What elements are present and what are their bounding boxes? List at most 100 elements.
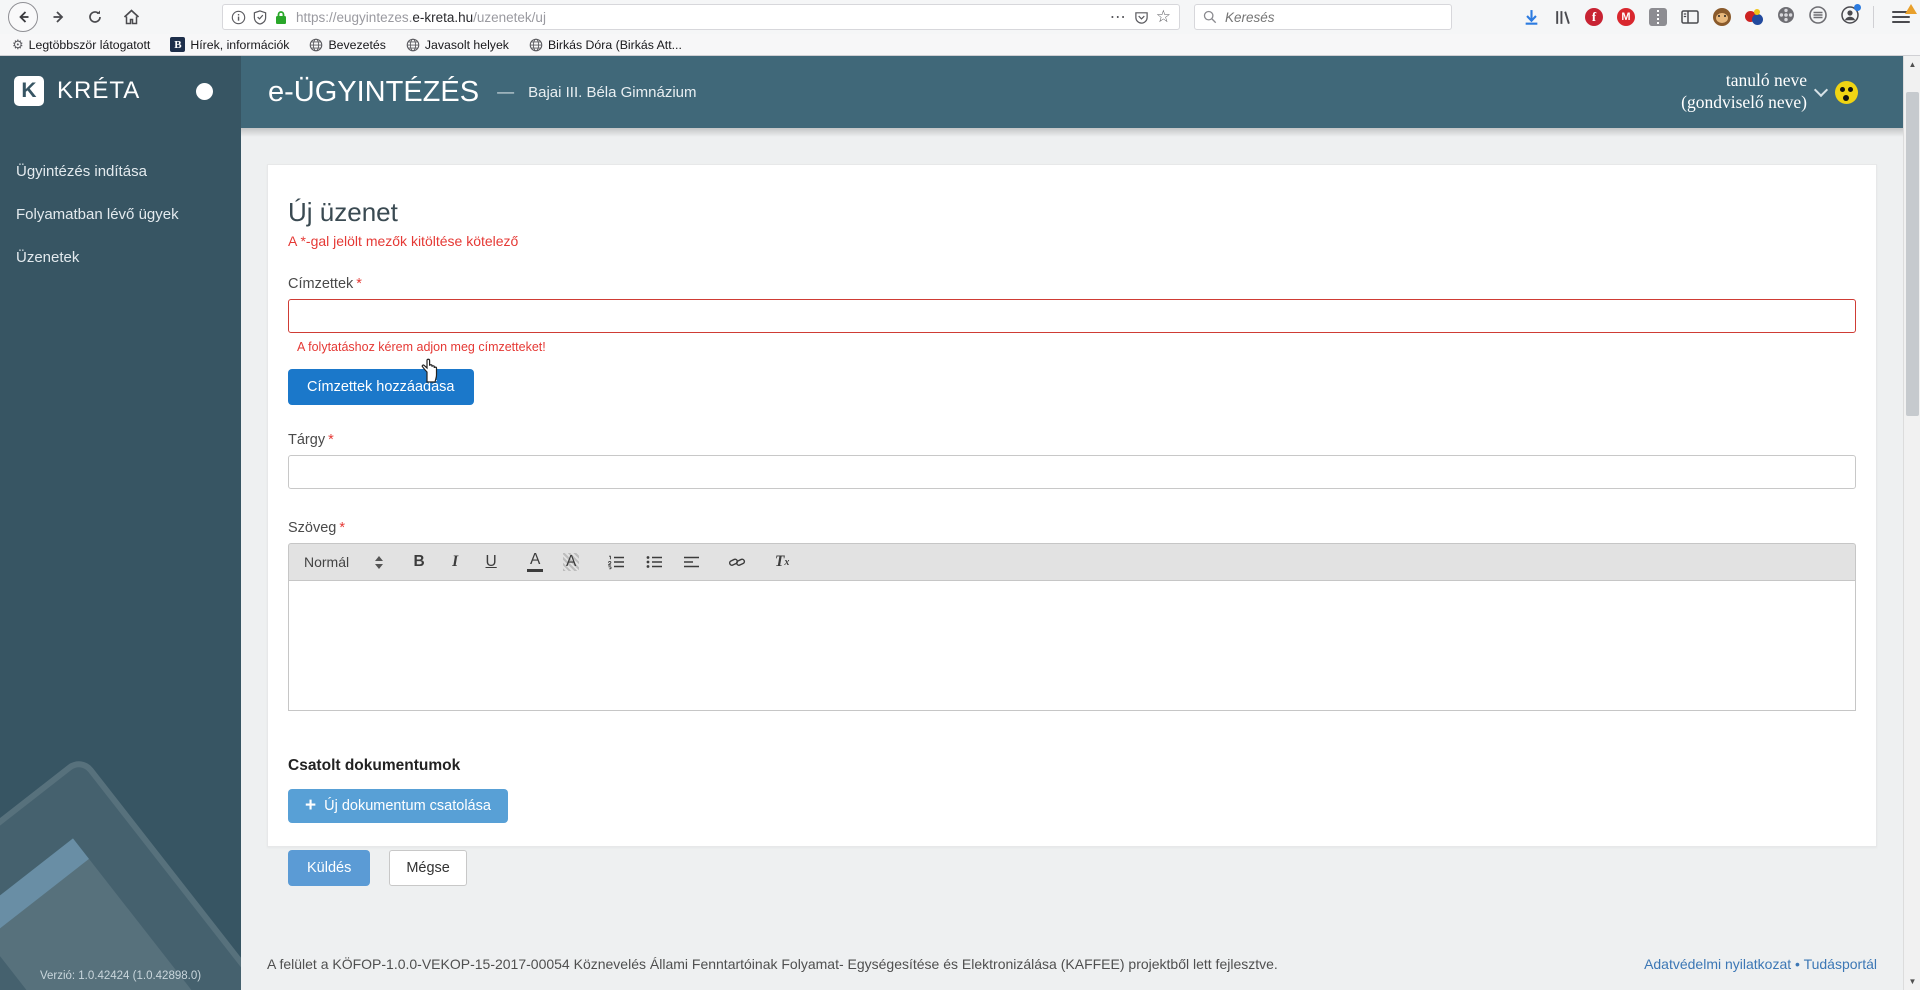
- page-info-icon[interactable]: [231, 10, 246, 25]
- zip-extension-icon[interactable]: [1649, 8, 1667, 26]
- page-actions-icon[interactable]: ⋯: [1110, 7, 1127, 27]
- ordered-list-button[interactable]: [607, 554, 625, 570]
- tracking-shield-icon[interactable]: [253, 9, 267, 25]
- body-label: Szöveg *: [288, 520, 346, 536]
- bookmark-item[interactable]: Javasolt helyek: [406, 38, 509, 52]
- highlight-color-button[interactable]: A: [563, 553, 580, 571]
- clear-formatting-button[interactable]: Tx: [774, 553, 790, 571]
- browser-chrome: https://eugyintezes.e-kreta.hu/uzenetek/…: [0, 0, 1920, 56]
- privacy-link[interactable]: Adatvédelmi nyilatkozat: [1644, 956, 1791, 972]
- version-text: Verzió: 1.0.42424 (1.0.42898.0): [39, 970, 202, 982]
- status-dot-icon: [196, 82, 213, 100]
- bookmark-star-icon[interactable]: ☆: [1156, 7, 1171, 27]
- user-menu[interactable]: tanuló neve (gondviselő neve): [1681, 56, 1858, 128]
- gear-icon: ⚙: [12, 36, 24, 52]
- new-message-card: Új üzenet A *-gal jelölt mezők kitöltése…: [267, 164, 1877, 886]
- bookmark-label: Hírek, információk: [190, 37, 290, 52]
- forward-button[interactable]: [44, 3, 74, 31]
- bullet-list-button[interactable]: [645, 554, 663, 570]
- pocket-icon[interactable]: [1134, 10, 1149, 25]
- search-icon: [1203, 10, 1217, 24]
- bold-button[interactable]: B: [411, 553, 427, 571]
- page-scrollbar[interactable]: ▲ ▼: [1903, 56, 1920, 990]
- facebook-extension-icon[interactable]: f: [1585, 8, 1603, 26]
- paragraph-style-value: Normál: [304, 554, 350, 570]
- back-icon: [8, 2, 38, 32]
- project-text: A felület a KÖFOP-1.0.0-VEKOP-15-2017-00…: [267, 956, 1278, 972]
- message-body-input[interactable]: [288, 581, 1856, 711]
- bookmark-item[interactable]: Birkás Dóra (Birkás Att...: [529, 38, 682, 52]
- avatar[interactable]: [1835, 80, 1858, 104]
- title-separator: —: [497, 82, 515, 101]
- sidebar-toggle-icon[interactable]: [1681, 9, 1699, 25]
- kreta-logo-icon: K: [14, 76, 44, 106]
- add-recipients-button[interactable]: Címzettek hozzáadása: [288, 369, 474, 405]
- reload-icon: [89, 10, 101, 23]
- search-input[interactable]: [1225, 9, 1415, 25]
- search-bar[interactable]: [1194, 4, 1452, 30]
- align-button[interactable]: [683, 554, 700, 570]
- padlock-icon[interactable]: [274, 10, 288, 25]
- app-title: e-ÜGYINTÉZÉS: [268, 75, 480, 108]
- sidebar-item-uzenetek[interactable]: Üzenetek: [0, 236, 241, 279]
- paragraph-style-select[interactable]: Normál: [304, 554, 384, 570]
- proxy-balls-extension-icon[interactable]: [1745, 8, 1763, 26]
- required-fields-note: A *-gal jelölt mezők kitöltése kötelező: [288, 233, 519, 249]
- school-name: Bajai III. Béla Gimnázium: [528, 83, 697, 101]
- bookmark-label: Javasolt helyek: [424, 37, 509, 52]
- underline-button[interactable]: U: [483, 553, 499, 571]
- app-header: e-ÜGYINTÉZÉS — Bajai III. Béla Gimnázium…: [241, 56, 1903, 128]
- link-button[interactable]: [728, 554, 746, 570]
- scroll-down-icon[interactable]: ▼: [1904, 973, 1920, 990]
- scroll-up-icon[interactable]: ▲: [1904, 56, 1920, 73]
- decorative-tablet-illustration: [0, 754, 241, 990]
- menu-button[interactable]: [1892, 4, 1917, 23]
- scrollbar-thumb[interactable]: [1906, 92, 1919, 416]
- recipients-label: Címzettek *: [288, 276, 362, 292]
- attach-document-button[interactable]: + Új dokumentum csatolása: [288, 789, 508, 823]
- bookmark-label: Birkás Dóra (Birkás Att...: [547, 37, 682, 52]
- plus-icon: +: [305, 795, 317, 816]
- recipients-input[interactable]: [288, 299, 1856, 333]
- video-downloader-extension-icon[interactable]: [1777, 6, 1795, 29]
- bookmark-item[interactable]: ⚙ Legtöbbször látogatott: [12, 37, 150, 53]
- cancel-button[interactable]: Mégse: [389, 850, 467, 886]
- home-icon: [123, 9, 139, 25]
- forward-icon: [53, 11, 64, 23]
- ublock-extension-icon[interactable]: [1809, 5, 1827, 29]
- mouse-cursor: [418, 358, 442, 389]
- bookmark-label: Bevezetés: [328, 37, 386, 52]
- back-button[interactable]: [8, 2, 38, 32]
- url-text: https://eugyintezes.e-kreta.hu/uzenetek/…: [296, 9, 546, 25]
- page-footer: A felület a KÖFOP-1.0.0-VEKOP-15-2017-00…: [241, 956, 1903, 972]
- bookmark-item[interactable]: B Hírek, információk: [170, 37, 289, 52]
- subject-input[interactable]: [288, 455, 1856, 489]
- bookmark-label: Legtöbbször látogatott: [28, 37, 151, 52]
- main-content: Új üzenet A *-gal jelölt mezők kitöltése…: [241, 128, 1903, 990]
- user-name: tanuló neve (gondviselő neve): [1681, 70, 1807, 112]
- attach-document-label: Új dokumentum csatolása: [324, 798, 491, 814]
- monkey-extension-icon[interactable]: [1713, 8, 1731, 26]
- home-button[interactable]: [116, 3, 146, 31]
- mega-extension-icon[interactable]: M: [1617, 8, 1635, 26]
- app-sidebar: K KRÉTA Ügyintézés indítása Folyamatban …: [0, 56, 241, 990]
- text-color-button[interactable]: A: [527, 552, 544, 572]
- editor-toolbar: Normál B I U A A T x: [288, 543, 1856, 581]
- globe-icon: [406, 38, 420, 51]
- downloads-icon[interactable]: [1523, 9, 1540, 26]
- send-button[interactable]: Küldés: [288, 850, 371, 886]
- globe-icon: [529, 38, 543, 51]
- italic-button[interactable]: I: [447, 553, 463, 571]
- bookmark-item[interactable]: Bevezetés: [309, 37, 386, 52]
- attachments-title: Csatolt dokumentumok: [288, 757, 461, 774]
- sidebar-item-ugyintezes-inditasa[interactable]: Ügyintézés indítása: [0, 150, 241, 193]
- reload-button[interactable]: [80, 3, 110, 31]
- library-icon[interactable]: [1554, 9, 1571, 26]
- footer-link-separator: •: [1795, 956, 1800, 972]
- news-favicon-icon: B: [170, 37, 186, 52]
- knowledge-portal-link[interactable]: Tudásportál: [1804, 956, 1877, 972]
- sidebar-item-folyamatban-levo-ugyek[interactable]: Folyamatban lévő ügyek: [0, 193, 241, 236]
- updown-arrows-icon: [375, 555, 384, 569]
- account-icon[interactable]: [1841, 3, 1861, 29]
- url-bar[interactable]: https://eugyintezes.e-kreta.hu/uzenetek/…: [222, 4, 1180, 30]
